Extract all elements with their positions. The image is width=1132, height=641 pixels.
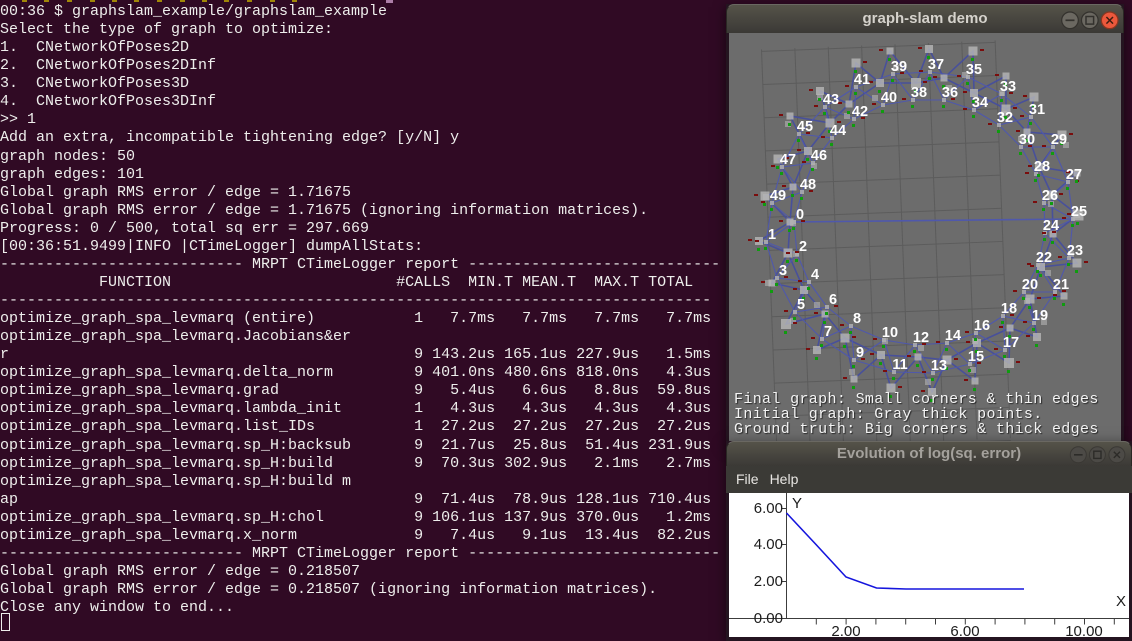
svg-text:33: 33 bbox=[1000, 79, 1016, 95]
svg-text:0: 0 bbox=[796, 207, 804, 223]
svg-text:3: 3 bbox=[779, 263, 787, 279]
svg-text:0.00: 0.00 bbox=[754, 610, 783, 627]
svg-text:16: 16 bbox=[974, 318, 990, 334]
svg-text:Y: Y bbox=[792, 495, 802, 512]
svg-text:7: 7 bbox=[824, 324, 832, 340]
svg-text:26: 26 bbox=[1042, 188, 1058, 204]
svg-text:34: 34 bbox=[972, 95, 988, 111]
svg-text:43: 43 bbox=[823, 92, 839, 108]
svg-text:10: 10 bbox=[882, 325, 898, 341]
svg-text:36: 36 bbox=[942, 85, 958, 101]
svg-text:6: 6 bbox=[829, 292, 837, 308]
svg-text:30: 30 bbox=[1019, 132, 1035, 148]
svg-text:47: 47 bbox=[780, 152, 796, 168]
svg-text:46: 46 bbox=[811, 148, 827, 164]
svg-text:22: 22 bbox=[1036, 250, 1052, 266]
svg-text:42: 42 bbox=[852, 104, 868, 120]
svg-text:2.00: 2.00 bbox=[754, 573, 783, 590]
svg-text:44: 44 bbox=[830, 123, 846, 139]
svg-text:20: 20 bbox=[1022, 277, 1038, 293]
svg-text:9: 9 bbox=[856, 345, 864, 361]
svg-text:1: 1 bbox=[768, 227, 776, 243]
svg-text:21: 21 bbox=[1053, 277, 1069, 293]
svg-text:13: 13 bbox=[931, 358, 947, 374]
svg-text:19: 19 bbox=[1032, 308, 1048, 324]
svg-text:39: 39 bbox=[891, 59, 907, 75]
svg-text:12: 12 bbox=[913, 330, 929, 346]
svg-text:17: 17 bbox=[1003, 335, 1019, 351]
svg-text:28: 28 bbox=[1034, 159, 1050, 175]
svg-text:25: 25 bbox=[1071, 204, 1087, 220]
svg-text:10.00: 10.00 bbox=[1065, 623, 1103, 637]
svg-text:45: 45 bbox=[797, 119, 813, 135]
svg-text:X: X bbox=[1116, 593, 1126, 610]
svg-text:27: 27 bbox=[1066, 167, 1082, 183]
svg-text:40: 40 bbox=[881, 90, 897, 106]
svg-text:37: 37 bbox=[928, 57, 944, 73]
svg-text:38: 38 bbox=[911, 85, 927, 101]
svg-text:8: 8 bbox=[853, 311, 861, 327]
svg-text:6.00: 6.00 bbox=[754, 500, 783, 517]
svg-text:2.00: 2.00 bbox=[831, 623, 860, 637]
svg-text:32: 32 bbox=[997, 110, 1013, 126]
svg-text:2: 2 bbox=[799, 239, 807, 255]
svg-text:5: 5 bbox=[797, 297, 805, 313]
svg-text:24: 24 bbox=[1043, 218, 1059, 234]
svg-text:15: 15 bbox=[968, 349, 984, 365]
svg-text:14: 14 bbox=[945, 328, 961, 344]
svg-text:48: 48 bbox=[800, 177, 816, 193]
svg-text:23: 23 bbox=[1067, 243, 1083, 259]
svg-text:31: 31 bbox=[1029, 102, 1045, 118]
svg-text:41: 41 bbox=[854, 72, 870, 88]
svg-text:4.00: 4.00 bbox=[754, 536, 783, 553]
svg-text:35: 35 bbox=[966, 62, 982, 78]
svg-text:49: 49 bbox=[770, 188, 786, 204]
svg-text:29: 29 bbox=[1051, 132, 1067, 148]
svg-text:4: 4 bbox=[811, 267, 819, 283]
svg-text:6.00: 6.00 bbox=[950, 623, 979, 637]
svg-text:18: 18 bbox=[1001, 301, 1017, 317]
svg-text:11: 11 bbox=[892, 357, 907, 373]
